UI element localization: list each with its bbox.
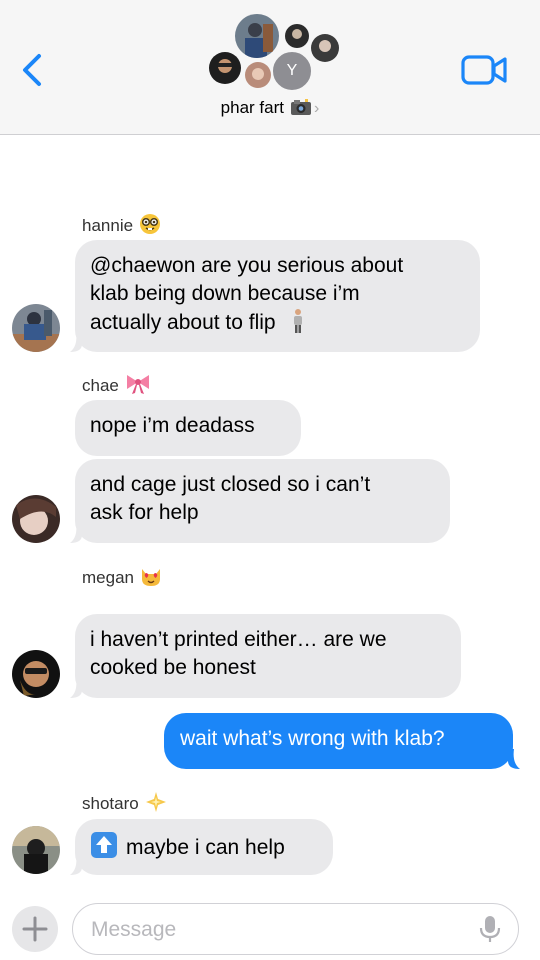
group-member-avatar bbox=[207, 50, 243, 86]
sender-name: shotaro bbox=[82, 791, 167, 818]
message-bubble[interactable]: nope i’m deadass bbox=[75, 400, 301, 456]
bubble-tail bbox=[70, 523, 82, 543]
video-camera-icon bbox=[461, 55, 507, 85]
nerd-face-icon bbox=[139, 213, 161, 240]
group-name-button[interactable]: phar fart › bbox=[0, 98, 540, 121]
dictation-button[interactable] bbox=[478, 914, 502, 944]
bubble-tail bbox=[70, 678, 82, 698]
conversation-header: Y phar fart › bbox=[0, 0, 540, 135]
bubble-tail bbox=[508, 749, 520, 769]
avatar[interactable] bbox=[12, 304, 60, 352]
group-name: phar fart bbox=[220, 98, 284, 117]
message-bubble[interactable]: maybe i can help bbox=[75, 819, 333, 875]
avatar[interactable] bbox=[12, 650, 60, 698]
add-attachment-button[interactable] bbox=[12, 906, 58, 952]
message-bubble-outgoing[interactable]: wait what’s wrong with klab? bbox=[164, 713, 513, 769]
plus-icon bbox=[22, 916, 48, 942]
person-standing-icon bbox=[291, 308, 305, 342]
message-bubble[interactable]: and cage just closed so i can’t ask for … bbox=[75, 459, 450, 543]
ribbon-icon bbox=[125, 373, 151, 400]
group-member-avatar: Y bbox=[271, 50, 313, 92]
sender-name: megan bbox=[82, 565, 162, 592]
group-member-avatar bbox=[309, 32, 341, 64]
microphone-icon bbox=[479, 916, 501, 942]
avatar[interactable] bbox=[12, 826, 60, 874]
video-call-button[interactable] bbox=[460, 52, 508, 88]
group-member-avatar bbox=[283, 22, 311, 50]
message-composer bbox=[72, 903, 519, 955]
bubble-tail bbox=[70, 332, 82, 352]
group-member-avatar bbox=[233, 12, 281, 60]
message-input[interactable] bbox=[89, 914, 473, 946]
avatar[interactable] bbox=[12, 495, 60, 543]
sender-name: chae bbox=[82, 373, 151, 400]
group-avatar-cluster[interactable]: Y bbox=[205, 12, 341, 92]
message-bubble[interactable]: @chaewon are you serious about klab bein… bbox=[75, 240, 480, 352]
sparkle-star-icon bbox=[145, 791, 167, 818]
chevron-right-icon: › bbox=[313, 100, 320, 117]
back-button[interactable] bbox=[18, 50, 48, 90]
group-member-avatar bbox=[243, 60, 273, 90]
sender-name: hannie bbox=[82, 213, 161, 240]
camera-emoji-icon bbox=[290, 98, 312, 121]
up-arrow-button-icon bbox=[90, 831, 118, 867]
message-bubble[interactable]: i haven’t printed either… are we cooked … bbox=[75, 614, 461, 698]
avatar-initial: Y bbox=[286, 62, 298, 79]
chevron-left-icon bbox=[23, 54, 41, 86]
bubble-tail bbox=[70, 855, 82, 875]
cat-heart-eyes-icon bbox=[140, 565, 162, 592]
